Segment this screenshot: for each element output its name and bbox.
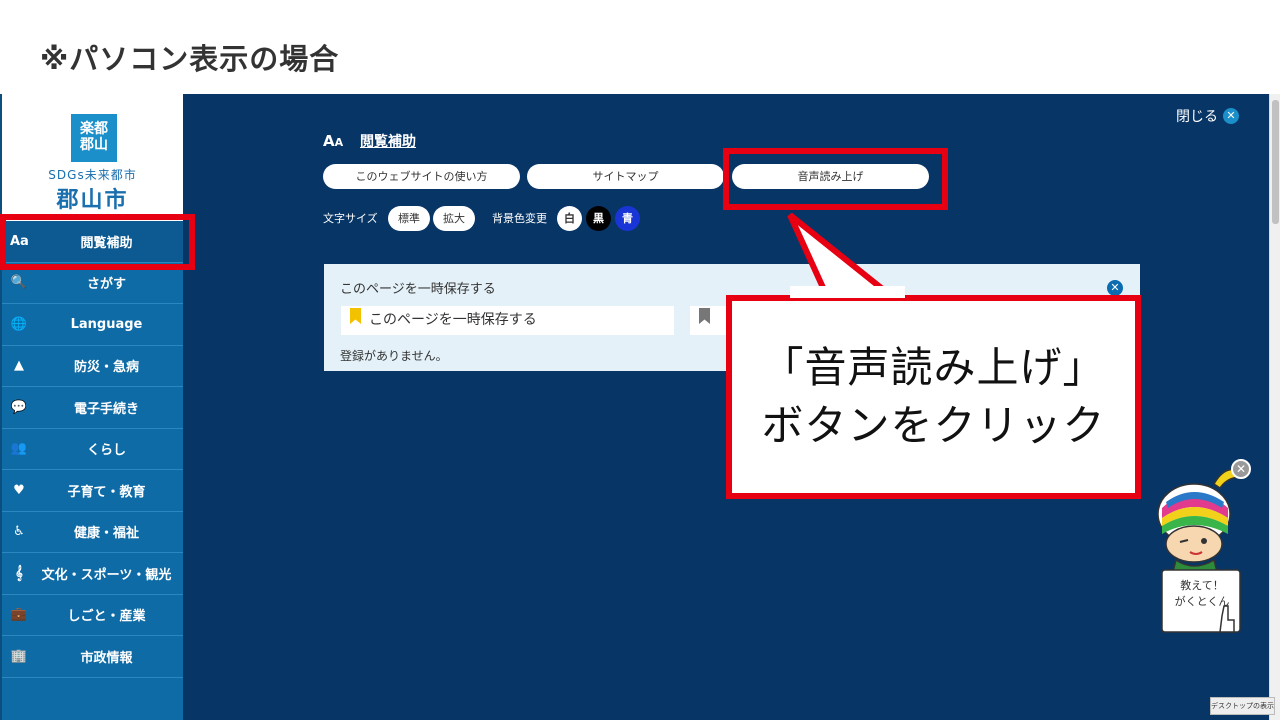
bookmark-icon	[350, 308, 361, 324]
callout-tail-joint	[790, 286, 905, 298]
sidebar-item-label: くらし	[86, 443, 126, 459]
sidebar-item-e-procedures[interactable]: 💬 電子手続き	[2, 387, 183, 429]
sidebar-item-label: 市政情報	[80, 650, 133, 666]
font-size-standard-button[interactable]: 標準	[388, 206, 430, 231]
temp-save-empty-message: 登録がありません。	[340, 349, 448, 363]
people-icon: 👥	[10, 441, 28, 457]
sidebar: 楽都 郡山 SDGs未来都市 郡山市 Aa 閲覧補助 🔍 さがす 🌐 Langua…	[0, 94, 183, 720]
globe-icon: 🌐	[10, 316, 28, 332]
bg-black-button[interactable]: 黒	[586, 206, 611, 231]
sidebar-item-health[interactable]: ♿ 健康・福祉	[2, 512, 183, 553]
instruction-callout: 「音声読み上げ」 ボタンをクリック	[726, 295, 1141, 499]
bookmark-grey-icon	[699, 308, 710, 324]
font-size-icon: AA	[323, 132, 344, 150]
sidebar-item-label: 子育て・教育	[67, 484, 146, 500]
logo-city-name: 郡山市	[56, 188, 129, 213]
mascot-line-2: がくとくん	[1174, 595, 1230, 608]
treble-clef-icon: 𝄞	[15, 565, 23, 581]
sitemap-button[interactable]: サイトマップ	[527, 164, 724, 189]
desktop-view-button[interactable]: デスクトップの表示	[1210, 697, 1275, 715]
heart-icon: ♥	[13, 482, 25, 498]
how-to-use-button[interactable]: このウェブサイトの使い方	[323, 164, 520, 189]
bg-color-label: 背景色変更	[492, 212, 547, 225]
highlight-reading-assist	[0, 214, 195, 270]
panel-close-label: 閉じる	[1176, 109, 1218, 125]
close-icon: ✕	[1223, 108, 1239, 124]
chat-icon: 💬	[10, 399, 28, 415]
sidebar-item-label: 文化・スポーツ・観光	[41, 567, 172, 583]
logo-sdgs-text: SDGs未来都市	[48, 168, 137, 182]
sidebar-item-label: Language	[70, 316, 143, 332]
panel-heading: 閲覧補助	[360, 134, 416, 150]
sidebar-item-city-info[interactable]: 🏢 市政情報	[2, 636, 183, 678]
font-size-large-button[interactable]: 拡大	[433, 206, 475, 231]
mascot-caption: 教えて！ がくとくん	[1162, 578, 1242, 610]
sidebar-item-label: さがす	[86, 277, 126, 293]
wheelchair-icon: ♿	[13, 524, 25, 540]
panel-close-button[interactable]: 閉じる ✕	[1176, 106, 1239, 126]
building-icon: 🏢	[10, 648, 28, 664]
sidebar-item-label: 健康・福祉	[73, 526, 139, 542]
sidebar-item-label: 防災・急病	[73, 360, 139, 376]
scroll-thumb[interactable]	[1272, 100, 1279, 224]
mascot-line-1: 教えて！	[1180, 579, 1224, 592]
sidebar-item-disaster[interactable]: ▲ 防災・急病	[2, 346, 183, 387]
city-logo[interactable]: 楽都 郡山 SDGs未来都市 郡山市	[2, 94, 183, 221]
temp-save-title: このページを一時保存する	[340, 282, 496, 297]
sidebar-item-childcare[interactable]: ♥ 子育て・教育	[2, 470, 183, 512]
warning-icon: ▲	[14, 358, 24, 374]
briefcase-icon: 💼	[10, 607, 28, 623]
font-size-label: 文字サイズ	[323, 212, 378, 225]
sidebar-item-language[interactable]: 🌐 Language	[2, 304, 183, 346]
logo-emblem: 楽都 郡山	[71, 114, 117, 162]
bg-blue-button[interactable]: 青	[615, 206, 640, 231]
sidebar-item-culture[interactable]: 𝄞 文化・スポーツ・観光	[2, 553, 183, 595]
callout-text: 「音声読み上げ」 ボタンをクリック	[732, 339, 1135, 455]
temp-save-button-label: このページを一時保存する	[369, 312, 537, 328]
slide-title: ※パソコン表示の場合	[40, 42, 340, 76]
sidebar-item-work[interactable]: 💼 しごと・産業	[2, 595, 183, 636]
highlight-read-aloud-button	[723, 148, 948, 210]
sidebar-item-living[interactable]: 👥 くらし	[2, 429, 183, 470]
temp-save-button[interactable]: このページを一時保存する	[341, 306, 674, 335]
bg-white-button[interactable]: 白	[557, 206, 582, 231]
temp-save-close-button[interactable]: ✕	[1107, 280, 1123, 296]
callout-line-2: ボタンをクリック	[761, 401, 1106, 450]
callout-line-1: 「音声読み上げ」	[761, 343, 1106, 392]
sidebar-nav: Aa 閲覧補助 🔍 さがす 🌐 Language ▲ 防災・急病 💬 電子手続き…	[2, 221, 183, 678]
page-scrollbar[interactable]	[1269, 94, 1280, 720]
search-icon: 🔍	[10, 275, 28, 291]
sidebar-item-label: 電子手続き	[73, 401, 139, 417]
sidebar-item-label: しごと・産業	[67, 609, 146, 625]
mascot-close-button[interactable]: ✕	[1231, 459, 1251, 479]
